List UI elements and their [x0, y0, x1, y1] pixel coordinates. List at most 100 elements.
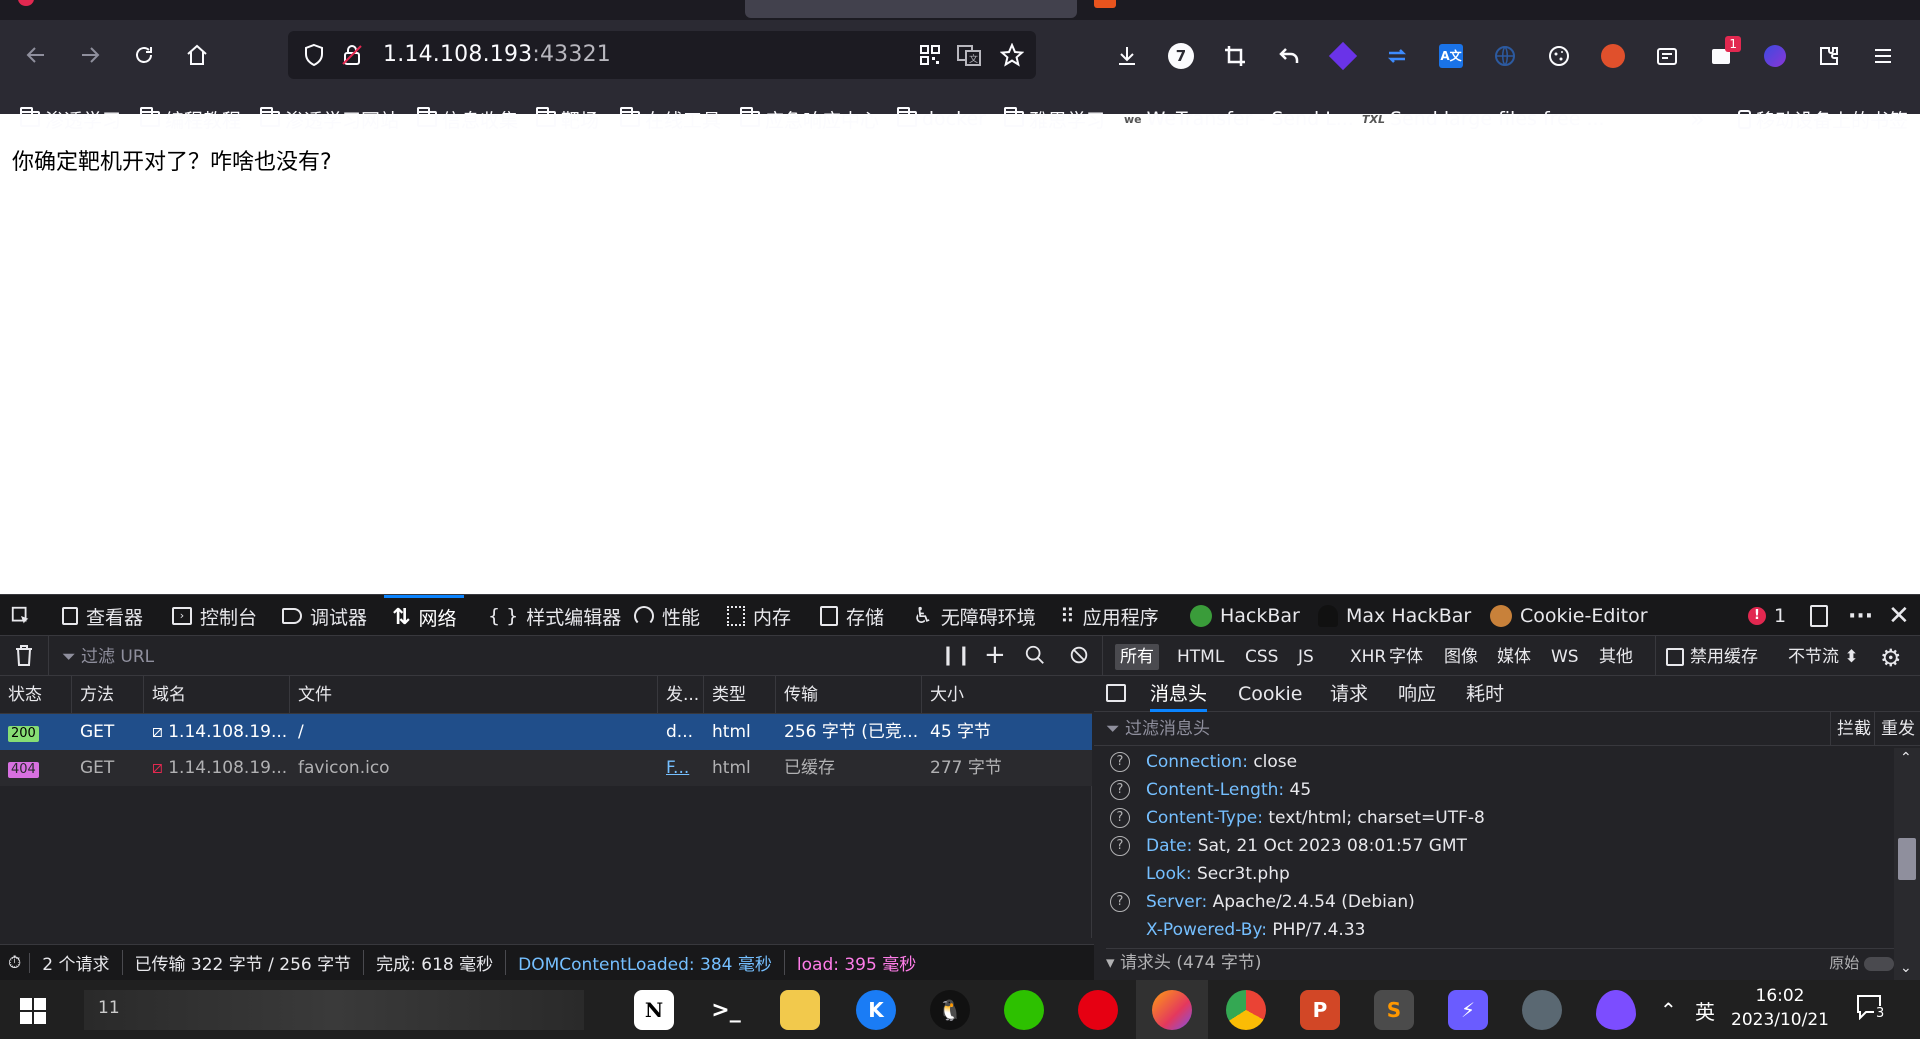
- tab-style-editor[interactable]: { } 样式编辑器: [488, 595, 621, 637]
- filter-ws[interactable]: WS: [1546, 644, 1584, 670]
- header-filter-input[interactable]: ⏷ 过滤消息头: [1106, 712, 1210, 746]
- tab-storage[interactable]: 存储: [820, 595, 884, 637]
- request-headers-section[interactable]: ▾ 请求头 (474 字节) 原始: [1106, 948, 1894, 976]
- tab-cookie-editor[interactable]: Cookie-Editor: [1490, 595, 1648, 637]
- block-button[interactable]: 拦截: [1830, 712, 1871, 746]
- red-extension-icon[interactable]: [1597, 40, 1629, 72]
- translator-extension-icon[interactable]: A文: [1435, 40, 1467, 72]
- tab-debugger[interactable]: 调试器: [282, 595, 367, 637]
- timer-icon[interactable]: ⏱: [0, 952, 31, 973]
- dock-button[interactable]: [1810, 595, 1828, 637]
- toggle-sidebar-icon[interactable]: [1106, 684, 1126, 702]
- table-row[interactable]: 404 GET ⧄ 1.14.108.19... favicon.ico F..…: [0, 750, 1092, 786]
- bookmark-wetransfer[interactable]: we WeTransfer - Send L...: [1124, 106, 1354, 132]
- filter-url-input[interactable]: ⏷ 过滤 URL: [62, 644, 154, 670]
- pause-icon[interactable]: ❙❙: [940, 644, 972, 666]
- help-icon[interactable]: ?: [1110, 752, 1130, 772]
- col-type[interactable]: 类型: [704, 676, 776, 714]
- tab-max-hackbar[interactable]: Max HackBar: [1318, 595, 1471, 637]
- raw-toggle[interactable]: 原始: [1829, 949, 1894, 977]
- shield-icon[interactable]: [302, 43, 326, 67]
- bookmark-send-large-files[interactable]: TXL Send large files free ...: [1362, 106, 1605, 132]
- tab-console[interactable]: › 控制台: [172, 595, 257, 637]
- col-size[interactable]: 大小: [922, 676, 1092, 714]
- undo-icon[interactable]: [1273, 40, 1305, 72]
- col-file[interactable]: 文件: [290, 676, 658, 714]
- help-icon[interactable]: ?: [1110, 892, 1130, 912]
- filter-media[interactable]: 媒体: [1492, 644, 1536, 670]
- home-button[interactable]: [177, 35, 217, 75]
- resend-button[interactable]: 重发: [1874, 712, 1915, 746]
- bookmark-folder-docker[interactable]: docker: [897, 106, 986, 132]
- firefox-tab-icon[interactable]: [18, 0, 34, 6]
- wechat-icon[interactable]: [1004, 990, 1044, 1030]
- k-app-icon[interactable]: K: [856, 990, 896, 1030]
- filter-all[interactable]: 所有: [1115, 644, 1159, 670]
- col-method[interactable]: 方法: [72, 676, 144, 714]
- scroll-down-icon[interactable]: ⌄: [1900, 960, 1912, 976]
- block-icon[interactable]: [1068, 644, 1090, 666]
- trash-icon[interactable]: [14, 644, 34, 668]
- taskbar-search-box[interactable]: 11: [84, 990, 584, 1030]
- bookmark-folder-programming[interactable]: 编程教程: [140, 106, 241, 132]
- purple-extension-icon[interactable]: [1759, 40, 1791, 72]
- insecure-lock-icon[interactable]: [340, 43, 364, 67]
- tab-cookie[interactable]: Cookie: [1238, 676, 1303, 712]
- powerpoint-icon[interactable]: P: [1300, 990, 1340, 1030]
- repeat-icon[interactable]: [1381, 40, 1413, 72]
- col-initiator[interactable]: 发...: [658, 676, 704, 714]
- element-picker-button[interactable]: [10, 595, 32, 637]
- translate-icon[interactable]: 文: [956, 43, 982, 67]
- error-count-button[interactable]: ! 1: [1748, 595, 1786, 637]
- plus-icon[interactable]: +: [984, 640, 1006, 670]
- bookmark-folder-info-gathering[interactable]: 信息收集: [417, 106, 518, 132]
- bookmark-mobile[interactable]: 移动设备上的书签: [1738, 106, 1908, 132]
- bookmark-folder-online-tools[interactable]: 在线工具: [620, 106, 721, 132]
- notion-icon[interactable]: N: [634, 990, 674, 1030]
- help-icon[interactable]: ?: [1110, 780, 1130, 800]
- tab-hackbar[interactable]: HackBar: [1190, 595, 1300, 637]
- filter-html[interactable]: HTML: [1172, 644, 1229, 670]
- forward-button[interactable]: [70, 35, 110, 75]
- chrome-icon[interactable]: [1226, 990, 1266, 1030]
- filter-js[interactable]: JS: [1293, 644, 1319, 670]
- url-bar[interactable]: 1.14.108.193:43321 文: [288, 31, 1036, 79]
- netease-music-icon[interactable]: [1078, 990, 1118, 1030]
- clock[interactable]: 16:02 2023/10/21: [1728, 984, 1832, 1032]
- close-devtools-button[interactable]: ✕: [1888, 595, 1910, 637]
- header-x-powered-by[interactable]: ?X-Powered-By: PHP/7.4.33: [1110, 916, 1365, 944]
- header-look[interactable]: ?Look: Secr3t.php: [1110, 860, 1290, 888]
- crop-icon[interactable]: [1219, 40, 1251, 72]
- search-icon[interactable]: [1024, 644, 1046, 666]
- bookmark-folder-emergency[interactable]: 应急响应中心: [740, 106, 879, 132]
- bookmark-folder-range[interactable]: 靶场: [536, 106, 599, 132]
- tray-chevron-up-icon[interactable]: ⌃: [1660, 998, 1677, 1022]
- col-transferred[interactable]: 传输: [776, 676, 922, 714]
- help-icon[interactable]: ?: [1110, 808, 1130, 828]
- header-connection[interactable]: ? Connection: close: [1110, 748, 1297, 776]
- col-domain[interactable]: 域名: [144, 676, 290, 714]
- terminal-icon[interactable]: >_: [706, 990, 746, 1030]
- tab-request[interactable]: 请求: [1330, 676, 1368, 712]
- col-status[interactable]: 状态: [0, 676, 72, 714]
- bookmark-star-icon[interactable]: [1000, 43, 1024, 67]
- qq-icon[interactable]: 🐧: [930, 990, 970, 1030]
- sync-app-icon[interactable]: [1522, 990, 1562, 1030]
- tab-performance[interactable]: 性能: [634, 595, 700, 637]
- back-button[interactable]: [16, 35, 56, 75]
- details-scrollbar[interactable]: ⌃ ⌄: [1894, 748, 1920, 982]
- filter-fonts[interactable]: 字体: [1384, 644, 1428, 670]
- bookmark-folder-ielts[interactable]: 雅思学习: [1004, 106, 1105, 132]
- filter-images[interactable]: 图像: [1439, 644, 1483, 670]
- filter-other[interactable]: 其他: [1594, 644, 1638, 670]
- tab-headers[interactable]: 消息头: [1150, 676, 1208, 712]
- cube-extension-icon[interactable]: [1327, 40, 1359, 72]
- tab-accessibility[interactable]: ♿︎ 无障碍环境: [913, 595, 1036, 637]
- filter-css[interactable]: CSS: [1240, 644, 1283, 670]
- notification-extension-icon[interactable]: 1: [1705, 36, 1741, 72]
- menu-hamburger-icon[interactable]: [1867, 40, 1899, 72]
- lightning-app-icon[interactable]: ⚡: [1448, 990, 1488, 1030]
- qr-code-icon[interactable]: [918, 43, 942, 67]
- tab-inspector[interactable]: 查看器: [62, 595, 143, 637]
- throttle-select[interactable]: 不节流 ⬍: [1788, 644, 1859, 670]
